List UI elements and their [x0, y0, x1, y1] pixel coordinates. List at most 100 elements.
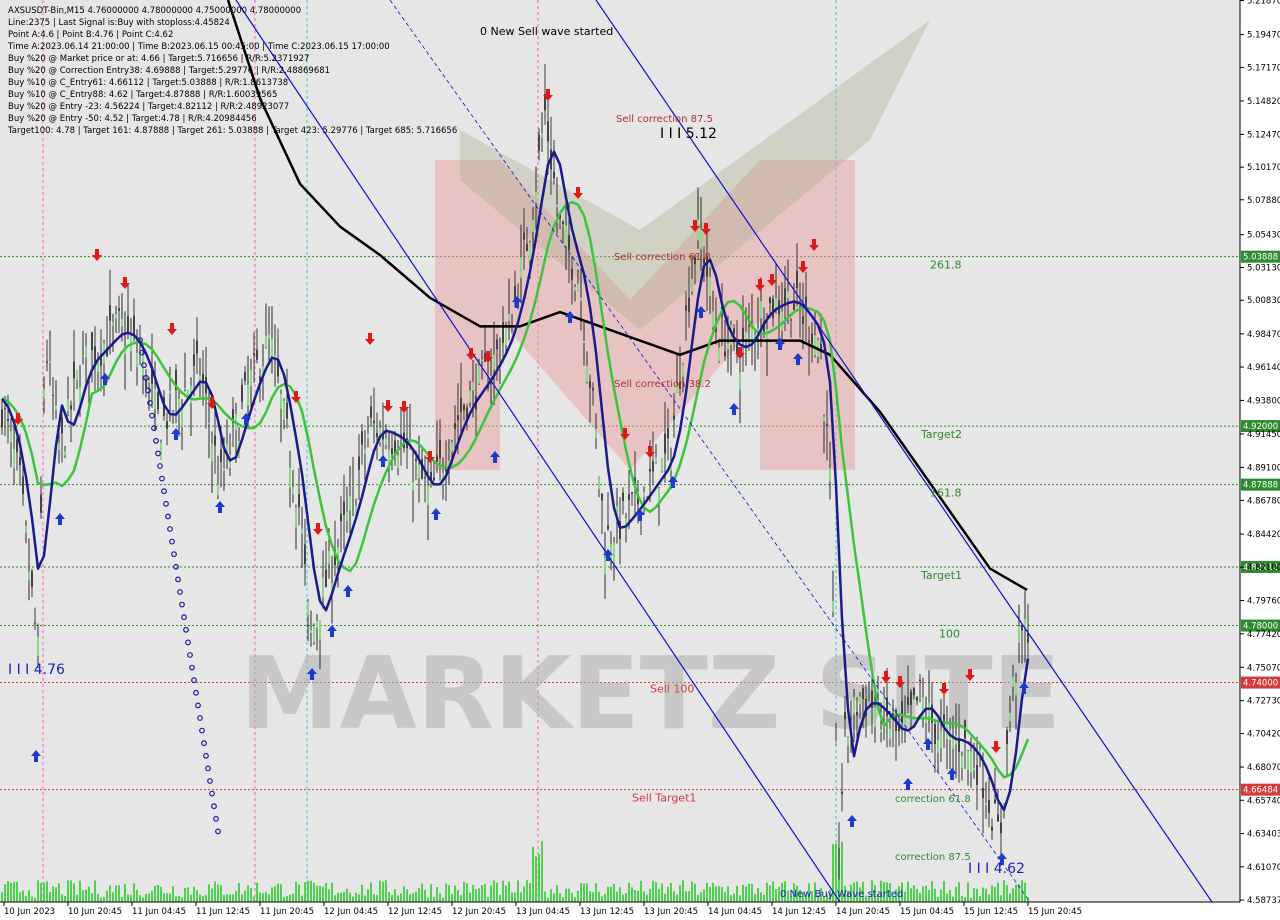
x-tick-label: 11 Jun 04:45: [132, 907, 186, 917]
volume-bar: [541, 841, 543, 902]
volume-bar: [754, 893, 756, 902]
volume-bar: [703, 889, 705, 902]
volume-bar: [301, 895, 303, 902]
chart-annotation: Sell correction 87.5: [616, 114, 713, 125]
volume-bar: [733, 893, 735, 902]
volume-bar: [943, 880, 945, 902]
volume-bar: [736, 885, 738, 902]
volume-bar: [205, 895, 207, 902]
level-label: Target2: [920, 428, 962, 441]
volume-bar: [223, 894, 225, 902]
volume-bar: [151, 891, 153, 902]
y-tick-label: 5.14820: [1247, 97, 1280, 107]
y-tick-label: 5.12470: [1247, 130, 1280, 140]
volume-bar: [106, 890, 108, 902]
volume-bar: [52, 886, 54, 902]
volume-bar: [463, 881, 465, 902]
volume-bar: [676, 894, 678, 902]
volume-bar: [73, 883, 75, 902]
volume-bar: [76, 894, 78, 902]
volume-bar: [481, 885, 483, 902]
x-tick-label: 10 Jun 20:45: [68, 907, 122, 917]
volume-bar: [346, 888, 348, 902]
volume-bar: [529, 883, 531, 902]
volume-bar: [646, 894, 648, 902]
volume-bar: [244, 890, 246, 902]
volume-bar: [526, 880, 528, 902]
volume-bar: [382, 881, 384, 902]
volume-bar: [337, 892, 339, 902]
volume-bar: [16, 881, 18, 902]
volume-bar: [730, 894, 732, 902]
chart-annotation: 0 New Sell wave started: [480, 25, 613, 38]
volume-bar: [619, 887, 621, 902]
volume-bar: [652, 880, 654, 902]
volume-bar: [220, 885, 222, 902]
x-tick-label: 11 Jun 20:45: [260, 907, 314, 917]
volume-bar: [178, 895, 180, 902]
price-chart[interactable]: MARKETZ SITE 261.8Target2161.8Target1100…: [0, 0, 1280, 920]
volume-bar: [283, 897, 285, 902]
y-tick-label: 4.58737: [1247, 896, 1280, 906]
info-line: Buy %20 @ Correction Entry38: 4.69888 | …: [8, 66, 330, 76]
volume-bar: [79, 880, 81, 902]
volume-bar: [208, 884, 210, 902]
volume-bar: [256, 882, 258, 902]
volume-bar: [637, 890, 639, 902]
volume-bar: [118, 885, 120, 902]
volume-bar: [355, 892, 357, 902]
volume-bar: [10, 882, 12, 902]
volume-bar: [196, 890, 198, 902]
volume-bar: [298, 884, 300, 902]
volume-bar: [289, 894, 291, 902]
volume-bar: [724, 891, 726, 902]
volume-bar: [349, 892, 351, 902]
volume-bar: [697, 894, 699, 902]
volume-bar: [766, 882, 768, 902]
volume-bar: [211, 888, 213, 902]
volume-bar: [295, 881, 297, 902]
volume-bar: [601, 896, 603, 902]
volume-bar: [394, 889, 396, 902]
volume-bar: [628, 882, 630, 902]
x-tick-label: 11 Jun 12:45: [196, 907, 250, 917]
volume-bar: [952, 896, 954, 902]
y-tick-label: 4.75070: [1247, 663, 1280, 673]
volume-bar: [715, 886, 717, 902]
volume-bar: [229, 894, 231, 902]
volume-bar: [1024, 882, 1026, 902]
volume-bar: [499, 894, 501, 902]
volume-bar: [484, 883, 486, 902]
volume-bar: [940, 889, 942, 902]
volume-bar: [181, 897, 183, 902]
volume-bar: [631, 887, 633, 902]
volume-bar: [1000, 895, 1002, 902]
volume-bar: [502, 880, 504, 902]
volume-bar: [94, 880, 96, 902]
volume-bar: [937, 896, 939, 902]
volume-bar: [475, 889, 477, 902]
chart-annotation: I I I 4.76: [8, 662, 65, 678]
x-tick-label: 14 Jun 20:45: [836, 907, 890, 917]
volume-bar: [661, 883, 663, 902]
volume-bar: [418, 888, 420, 902]
volume-bar: [55, 887, 57, 902]
price-marker-value: 5.03888: [1243, 253, 1278, 263]
info-line: Point A:4.6 | Point B:4.76 | Point C:4.6…: [8, 30, 173, 40]
volume-bar: [685, 891, 687, 902]
volume-bar: [613, 883, 615, 902]
volume-bar: [136, 889, 138, 902]
volume-bar: [364, 895, 366, 902]
volume-bar: [202, 895, 204, 902]
y-tick-label: 5.10170: [1247, 163, 1280, 173]
volume-bar: [991, 885, 993, 902]
volume-bar: [775, 889, 777, 902]
volume-bar: [31, 896, 33, 902]
volume-bar: [994, 886, 996, 902]
y-tick-label: 4.65740: [1247, 796, 1280, 806]
volume-bar: [517, 880, 519, 902]
volume-bar: [424, 890, 426, 902]
volume-bar: [403, 886, 405, 902]
volume-bar: [277, 883, 279, 902]
volume-bar: [931, 881, 933, 902]
